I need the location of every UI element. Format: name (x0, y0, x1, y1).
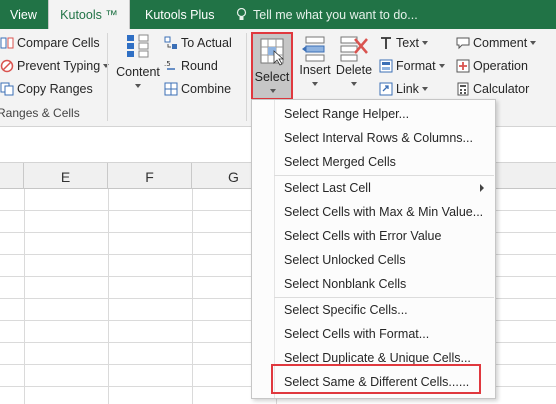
link-label: Link (396, 82, 419, 96)
select-button[interactable]: Select (251, 32, 293, 100)
compare-cells-button[interactable]: Compare Cells (0, 33, 100, 53)
text-icon (381, 37, 391, 49)
to-actual-icon (164, 36, 177, 49)
menu-item-label: Select Last Cell (284, 181, 371, 195)
delete-label: Delete (335, 63, 373, 77)
chevron-down-icon (438, 64, 445, 68)
select-label: Select (254, 70, 290, 84)
link-button[interactable]: Link (379, 79, 428, 99)
group-divider (246, 33, 247, 121)
operation-icon (456, 59, 470, 73)
prevent-typing-label: Prevent Typing (17, 59, 101, 73)
menu-item-select-max-min-value[interactable]: Select Cells with Max & Min Value... (253, 200, 494, 224)
menu-item-select-merged-cells[interactable]: Select Merged Cells (253, 150, 494, 174)
column-header-e[interactable]: E (24, 163, 108, 189)
menu-item-select-last-cell[interactable]: Select Last Cell (253, 176, 494, 200)
svg-text:.5: .5 (164, 60, 171, 68)
column-header-f[interactable]: F (108, 163, 192, 189)
chevron-down-icon (351, 82, 357, 86)
text-button[interactable]: Text (379, 33, 428, 53)
menu-item-select-error-value[interactable]: Select Cells with Error Value (253, 224, 494, 248)
prevent-typing-icon (0, 59, 14, 73)
tab-view[interactable]: View (10, 0, 37, 29)
gridline (192, 189, 193, 404)
round-icon: .5 (164, 60, 175, 70)
format-label: Format (396, 59, 436, 73)
insert-button[interactable]: Insert (296, 35, 334, 91)
link-icon (379, 82, 393, 96)
highlight-box (271, 364, 481, 394)
round-label: Round (181, 59, 218, 73)
copy-ranges-icon (0, 82, 14, 96)
chevron-down-icon (135, 84, 141, 88)
comment-button[interactable]: Comment (456, 33, 537, 53)
chevron-down-icon (421, 41, 428, 45)
chevron-down-icon (270, 89, 276, 93)
menu-item-select-cells-with-format[interactable]: Select Cells with Format... (253, 322, 494, 346)
menu-item-select-nonblank-cells[interactable]: Select Nonblank Cells (253, 272, 494, 296)
operation-label: Operation (473, 59, 528, 73)
content-button[interactable]: Content (114, 33, 162, 93)
combine-button[interactable]: Combine (164, 79, 231, 99)
menu-item-select-unlocked-cells[interactable]: Select Unlocked Cells (253, 248, 494, 272)
comment-label: Comment (473, 36, 528, 50)
chevron-down-icon (530, 41, 537, 45)
select-dropdown-menu: Select Range Helper... Select Interval R… (251, 99, 496, 399)
combine-icon (164, 82, 178, 96)
tab-kutools-plus[interactable]: Kutools Plus (145, 0, 214, 29)
ribbon-tab-bar: View Kutools ™ Kutools Plus Tell me what… (0, 0, 556, 29)
compare-cells-icon (0, 37, 14, 49)
combine-label: Combine (181, 82, 232, 96)
content-label: Content (116, 65, 160, 79)
comment-icon (456, 37, 470, 50)
lightbulb-icon (236, 8, 247, 20)
group-label-ranges-cells: Ranges & Cells (0, 106, 80, 120)
insert-icon (302, 36, 325, 62)
format-button[interactable]: Format (379, 56, 445, 76)
submenu-arrow-icon (480, 184, 484, 192)
menu-item-select-specific-cells[interactable]: Select Specific Cells... (253, 298, 494, 322)
gridline (24, 189, 25, 404)
delete-button[interactable]: Delete (334, 35, 374, 91)
tell-me-search[interactable]: Tell me what you want to do... (236, 0, 418, 29)
to-actual-button[interactable]: To Actual (164, 33, 232, 53)
to-actual-label: To Actual (181, 36, 232, 50)
content-icon (127, 34, 149, 58)
prevent-typing-button[interactable]: Prevent Typing (0, 56, 110, 76)
text-label: Text (396, 36, 419, 50)
chevron-down-icon (312, 82, 318, 86)
tell-me-text: Tell me what you want to do... (253, 8, 418, 22)
group-divider (107, 33, 108, 121)
compare-cells-label: Compare Cells (17, 36, 100, 50)
calculator-button[interactable]: Calculator (456, 79, 529, 99)
gridline (108, 189, 109, 404)
operation-button[interactable]: Operation (456, 56, 528, 76)
calculator-icon (457, 82, 469, 96)
column-header-blank (0, 163, 24, 189)
copy-ranges-button[interactable]: Copy Ranges (0, 79, 93, 99)
round-button[interactable]: .5 Round (164, 56, 218, 76)
select-icon (260, 38, 285, 66)
format-icon (379, 59, 393, 73)
calculator-label: Calculator (473, 82, 530, 96)
insert-label: Insert (299, 63, 331, 77)
menu-item-select-range-helper[interactable]: Select Range Helper... (253, 102, 494, 126)
delete-icon (340, 36, 368, 62)
chevron-down-icon (421, 87, 428, 91)
tab-kutools[interactable]: Kutools ™ (48, 0, 130, 29)
copy-ranges-label: Copy Ranges (17, 82, 93, 96)
menu-item-select-interval-rows-columns[interactable]: Select Interval Rows & Columns... (253, 126, 494, 150)
